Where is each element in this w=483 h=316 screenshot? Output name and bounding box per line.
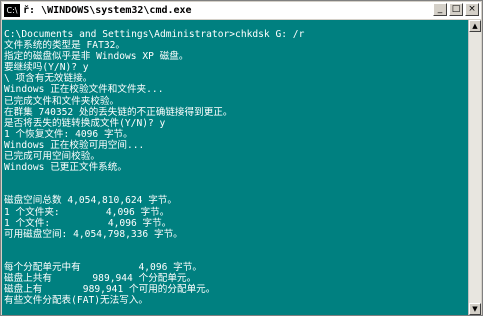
console-line: 已完成文件和文件夹校验。 — [4, 95, 120, 107]
scroll-up-icon[interactable]: ▲ — [469, 20, 481, 32]
console-line: 在群集 740352 处的丢失链的不正确链接得到更正。 — [4, 106, 233, 118]
console-line: C:\Documents and Settings\Administrator>… — [4, 29, 305, 40]
console-line: 要继续吗(Y/N)? y — [4, 62, 89, 74]
cmd-window: C:\ ř: \WINDOWS\system32\cmd.exe _ □ × C… — [0, 0, 483, 316]
console-line: 有些文件分配表(FAT)无法写入。 — [4, 295, 149, 307]
close-button[interactable]: × — [465, 3, 479, 16]
console-line: 1 个恢复文件: 4096 字节。 — [4, 128, 133, 140]
vertical-scrollbar[interactable]: ▲ ▼ — [468, 20, 481, 315]
console-line: 已完成可用空间校验。 — [4, 151, 100, 163]
console-output[interactable]: C:\Documents and Settings\Administrator>… — [2, 20, 469, 315]
window-controls: _ □ × — [433, 3, 479, 16]
title-bar[interactable]: C:\ ř: \WINDOWS\system32\cmd.exe _ □ × — [2, 2, 481, 19]
maximize-button[interactable]: □ — [449, 3, 463, 16]
console-line: Windows 正在校验文件和文件夹... — [4, 84, 164, 96]
console-line: 磁盘上共有 989,944 个分配单元。 — [4, 273, 197, 285]
console-line: 1 个文件夹: 4,096 字节。 — [4, 206, 170, 218]
console-line: Windows 正在校验可用空间... — [4, 139, 145, 151]
console-line: 可用磁盘空间: 4,054,798,336 字节。 — [4, 228, 183, 240]
console-line: 磁盘上有 989,941 个可用的分配单元。 — [4, 284, 216, 296]
cmd-app-icon[interactable]: C:\ — [4, 4, 20, 17]
scroll-down-icon[interactable]: ▼ — [469, 303, 481, 315]
console-line: 磁盘空间总数 4,054,810,624 字节。 — [4, 195, 177, 207]
console-line: \ 项含有无效链接。 — [4, 73, 93, 85]
window-title: ř: \WINDOWS\system32\cmd.exe — [23, 5, 192, 16]
console-line: Windows 已更正文件系统。 — [4, 162, 127, 174]
console-line: 是否将丢失的链转换成文件(Y/N)? y — [4, 117, 166, 129]
console-line: 1 个文件: 4,096 字节。 — [4, 217, 172, 229]
minimize-button[interactable]: _ — [433, 3, 447, 16]
console-line: 文件系统的类型是 FAT32。 — [4, 40, 125, 52]
console-line: 每个分配单元中有 4,096 字节。 — [4, 261, 202, 273]
console-line: 指定的磁盘似乎是非 Windows XP 磁盘。 — [4, 51, 189, 63]
